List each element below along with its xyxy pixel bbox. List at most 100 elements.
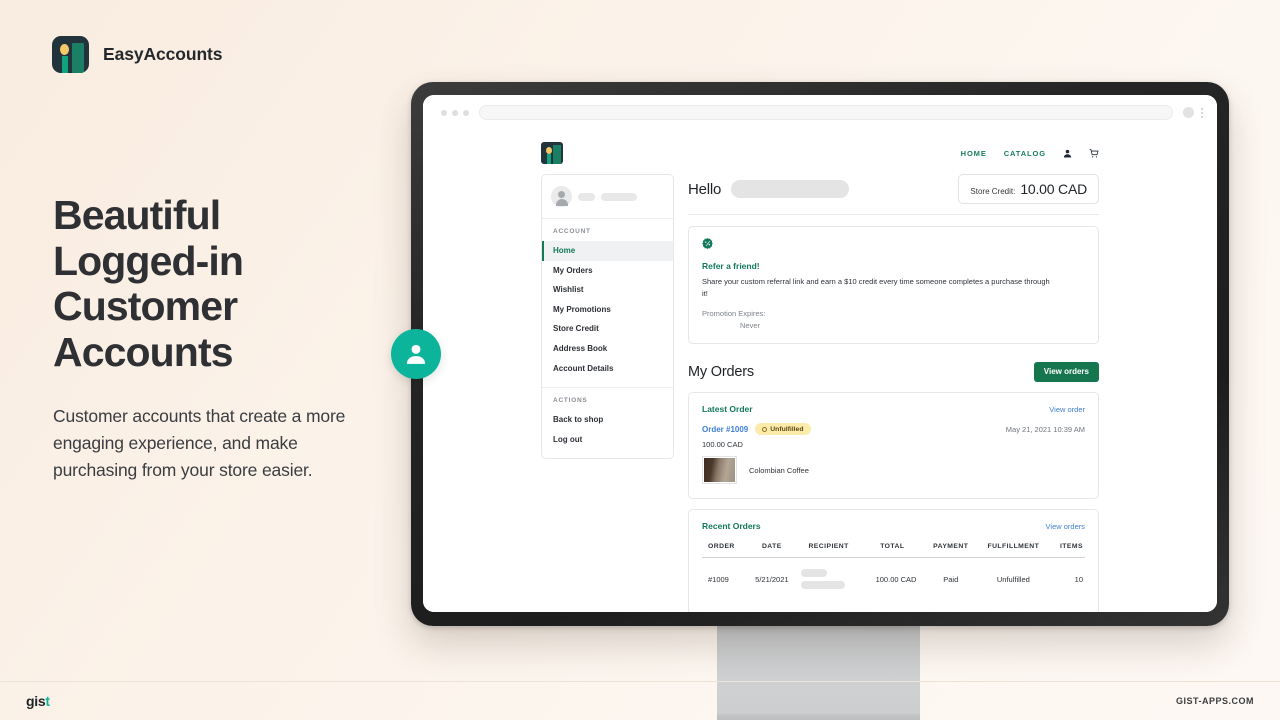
hero-subcopy: Customer accounts that create a more eng… <box>53 406 346 480</box>
recipient-placeholder-line1 <box>801 569 827 578</box>
latest-order-product: Colombian Coffee <box>702 456 1085 485</box>
headline-line-1: Beautiful <box>53 192 221 238</box>
recent-orders-header: Recent Orders View orders <box>702 521 1085 531</box>
promo-expires-label: Promotion Expires: <box>702 309 766 319</box>
latest-order-title: Latest Order <box>702 404 753 415</box>
nav-item-catalog[interactable]: CATALOG <box>1004 149 1046 158</box>
recipient-placeholder-line2 <box>801 581 845 590</box>
store-logo-icon[interactable] <box>541 142 563 164</box>
cell-date: 5/21/2021 <box>755 574 789 584</box>
status-badge: Unfulfilled <box>755 423 811 436</box>
customer-name-placeholder <box>731 180 850 198</box>
latest-order-id-group: Order #1009 Unfulfilled <box>702 423 811 436</box>
sidebar-item-my-orders[interactable]: My Orders <box>542 261 673 281</box>
kebab-menu-icon[interactable] <box>1201 107 1203 118</box>
coffee-beans-thumbnail <box>702 456 737 485</box>
sidebar-item-address-book[interactable]: Address Book <box>542 339 673 359</box>
headline-line-2: Logged-in <box>53 237 244 284</box>
promo-expires-value: Never <box>740 321 761 331</box>
monitor-device: HOME CATALOG ACCOUNT Home My Orders Wish… <box>411 82 1229 626</box>
column-fulfillment: FULFILLMENT <box>977 539 1050 559</box>
recent-view-orders-link[interactable]: View orders <box>1046 522 1085 531</box>
address-bar[interactable] <box>479 105 1173 120</box>
sidebar-item-account-details[interactable]: Account Details <box>542 359 673 379</box>
cart-icon[interactable] <box>1089 148 1099 158</box>
storefront-nav-links: HOME CATALOG <box>961 149 1099 158</box>
recent-orders-title: Recent Orders <box>702 521 761 532</box>
column-date: DATE <box>746 539 797 559</box>
store-credit-label: Store Credit: <box>970 187 1016 196</box>
browser-profile-icon[interactable] <box>1183 107 1194 118</box>
column-total: TOTAL <box>860 539 925 559</box>
view-order-link[interactable]: View order <box>1049 405 1085 414</box>
headline-line-3: Customer <box>53 283 238 329</box>
account-sidebar: ACCOUNT Home My Orders Wishlist My Promo… <box>541 174 674 460</box>
gist-logo: gis t <box>26 693 50 709</box>
column-order: ORDER <box>702 539 747 559</box>
sidebar-section-actions: ACTIONS Back to shop Log out <box>542 387 673 458</box>
user-lastname-placeholder <box>601 192 637 201</box>
store-credit-badge: Store Credit: 10.00 CAD <box>958 174 1099 204</box>
promo-card: Refer a friend! Share your custom referr… <box>688 226 1099 345</box>
person-icon[interactable] <box>1063 149 1072 158</box>
logo-head-shape <box>60 44 69 55</box>
browser-chrome <box>423 95 1217 130</box>
page-title: Beautiful Logged-in Customer Accounts <box>53 192 383 375</box>
greeting-text: Hello <box>688 180 722 198</box>
sidebar-item-log-out[interactable]: Log out <box>542 430 673 450</box>
window-dot-minimize[interactable] <box>452 109 458 116</box>
divider <box>688 214 1099 215</box>
product-name: Colombian Coffee <box>749 465 809 475</box>
order-number-link[interactable]: Order #1009 <box>702 425 748 434</box>
cell-payment: Paid <box>943 574 959 584</box>
sidebar-item-my-promotions[interactable]: My Promotions <box>542 300 673 320</box>
headline-line-4: Accounts <box>53 328 234 375</box>
recent-orders-card: Recent Orders View orders ORDER DATE REC… <box>688 509 1099 612</box>
sidebar-item-back-to-shop[interactable]: Back to shop <box>542 410 673 430</box>
latest-order-total: 100.00 CAD <box>702 440 743 450</box>
footer-url: GIST-APPS.COM <box>1175 696 1254 706</box>
sidebar-section-label-actions: ACTIONS <box>553 397 588 405</box>
logo-body-shape <box>61 56 68 73</box>
my-orders-title: My Orders <box>688 364 754 381</box>
table-header-row: ORDER DATE RECIPIENT TOTAL PAYMENT FULFI… <box>702 539 1085 559</box>
promo-description: Share your custom referral link and earn… <box>702 277 1050 298</box>
column-items: ITEMS <box>1049 539 1085 559</box>
account-content: ACCOUNT Home My Orders Wishlist My Promo… <box>447 174 1193 612</box>
table-row[interactable]: #1009 5/21/2021 100.00 CAD Paid Unfulfil… <box>702 558 1085 601</box>
sidebar-user-summary <box>542 175 673 219</box>
view-orders-button[interactable]: View orders <box>1033 362 1099 383</box>
latest-order-header: Latest Order View order <box>702 404 1085 414</box>
gist-logo-text: gis <box>26 693 46 709</box>
store-credit-value: 10.00 CAD <box>1020 181 1087 197</box>
recent-orders-table: ORDER DATE RECIPIENT TOTAL PAYMENT FULFI… <box>702 539 1085 600</box>
cell-items: 10 <box>1074 574 1083 584</box>
status-ring-icon <box>762 426 768 432</box>
hero-copy: Beautiful Logged-in Customer Accounts Cu… <box>53 192 383 484</box>
window-dot-close[interactable] <box>441 109 447 116</box>
sidebar-item-home[interactable]: Home <box>542 241 673 261</box>
footer-divider <box>0 681 1280 682</box>
cell-total: 100.00 CAD <box>875 574 917 584</box>
user-avatar-icon <box>551 186 572 207</box>
brand-header: EasyAccounts <box>52 36 223 73</box>
latest-order-date: May 21, 2021 10:39 AM <box>1005 424 1085 434</box>
latest-order-card: Latest Order View order Order #1009 Unfu… <box>688 392 1099 500</box>
my-orders-header: My Orders View orders <box>688 362 1099 383</box>
status-badge-label: Unfulfilled <box>770 425 804 433</box>
sidebar-item-store-credit[interactable]: Store Credit <box>542 319 673 339</box>
column-recipient: RECIPIENT <box>797 539 861 559</box>
window-controls <box>441 109 469 116</box>
easyaccounts-logo-icon <box>52 36 89 73</box>
nav-item-home[interactable]: HOME <box>961 149 987 158</box>
person-badge-icon <box>391 329 441 379</box>
window-dot-maximize[interactable] <box>463 109 469 116</box>
user-firstname-placeholder <box>578 192 595 201</box>
column-payment: PAYMENT <box>924 539 978 559</box>
cell-recipient <box>797 558 860 601</box>
logo-green-column <box>72 43 84 73</box>
storefront-topnav: HOME CATALOG <box>447 130 1193 174</box>
sidebar-item-wishlist[interactable]: Wishlist <box>542 280 673 300</box>
storefront-page: HOME CATALOG ACCOUNT Home My Orders Wish… <box>423 130 1217 612</box>
greeting-row: Hello Store Credit: 10.00 CAD <box>688 174 1099 214</box>
